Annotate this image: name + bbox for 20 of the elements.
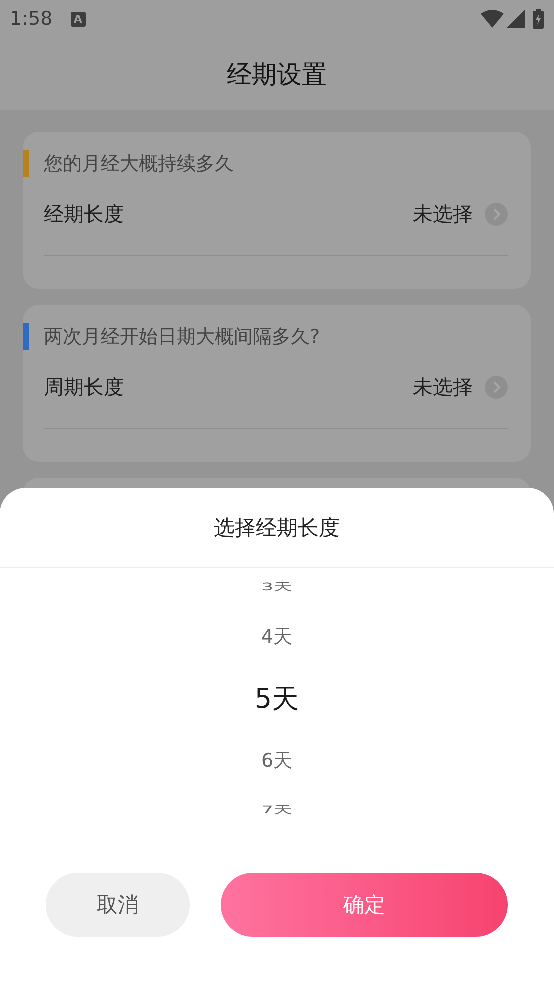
setting-label: 周期长度 <box>44 374 125 400</box>
wifi-icon <box>481 10 504 28</box>
battery-icon <box>533 9 544 29</box>
picker-option[interactable]: 6天 <box>261 730 293 792</box>
notification-icon: A <box>70 12 86 26</box>
setting-value[interactable]: 未选择 <box>413 374 473 400</box>
picker-option[interactable]: 5天 <box>254 668 300 730</box>
signal-icon <box>507 10 525 28</box>
picker-option[interactable]: 7天 <box>261 800 293 822</box>
setting-value[interactable]: 未选择 <box>413 200 473 228</box>
setting-label: 经期长度 <box>44 200 125 228</box>
cancel-button[interactable]: 取消 <box>46 873 190 937</box>
confirm-button[interactable]: 确定 <box>221 873 508 937</box>
question-text: 您的月经大概持续多久 <box>44 152 234 176</box>
page-title: 经期设置 <box>227 58 327 90</box>
picker-option[interactable]: 3天 <box>261 576 293 598</box>
status-time: 1:58 <box>10 8 53 30</box>
sheet-title: 选择经期长度 <box>0 488 554 568</box>
picker-option[interactable]: 4天 <box>261 606 293 668</box>
question-text: 两次月经开始日期大概间隔多久? <box>44 324 320 350</box>
